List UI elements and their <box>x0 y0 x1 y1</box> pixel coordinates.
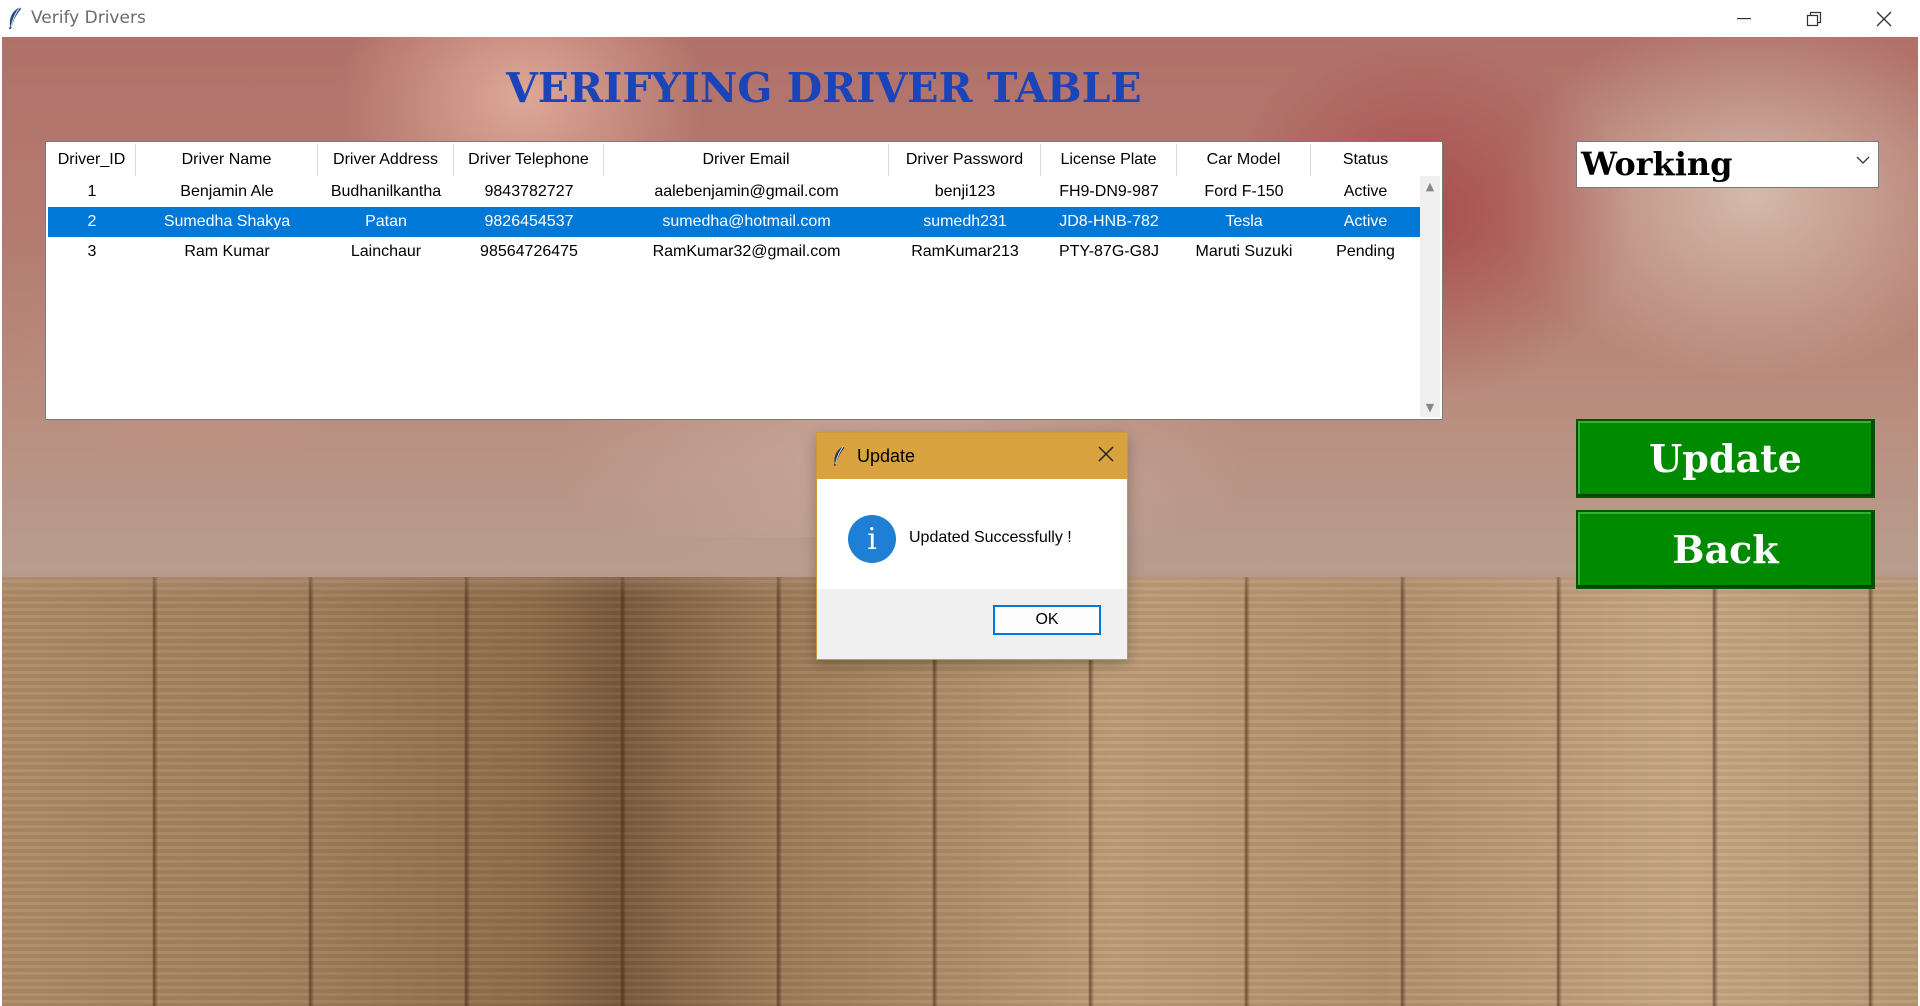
minimize-icon <box>1737 17 1751 19</box>
ok-button[interactable]: OK <box>993 605 1101 635</box>
chevron-down-icon <box>1856 156 1870 164</box>
dialog-body: i Updated Successfully ! <box>817 479 1127 589</box>
restore-button[interactable] <box>1784 0 1844 37</box>
back-button[interactable]: Back <box>1576 510 1875 589</box>
close-button[interactable] <box>1854 0 1914 37</box>
table-cell: RamKumar32@gmail.com <box>652 243 841 260</box>
column-header[interactable]: Driver Password <box>889 144 1041 176</box>
table-cell: PTY-87G-G8J <box>1059 243 1159 260</box>
restore-icon <box>1806 11 1822 26</box>
table-header: Driver_ID Driver Name Driver Address Dri… <box>48 144 1420 176</box>
table-cell: 9826454537 <box>484 213 574 230</box>
column-header[interactable]: Status <box>1311 144 1420 176</box>
table-body: 1 Benjamin Ale Budhanilkantha 9843782727 aal… <box>48 177 1420 267</box>
feather-icon <box>9 6 21 29</box>
scroll-down-icon[interactable]: ▼ <box>1420 397 1440 417</box>
table-row[interactable]: 2 Sumedha Shakya Patan 9826454537 sumedha@ho… <box>48 207 1420 237</box>
status-select-value: Working <box>1581 145 1733 183</box>
drivers-table[interactable]: Driver_ID Driver Name Driver Address Dri… <box>45 141 1443 420</box>
table-row[interactable]: 1 Benjamin Ale Budhanilkantha 9843782727 aal… <box>48 177 1420 207</box>
update-button[interactable]: Update <box>1576 419 1875 498</box>
table-cell: 3 <box>87 243 97 260</box>
table-cell: Benjamin Ale <box>180 183 274 200</box>
table-cell: RamKumar213 <box>911 243 1019 260</box>
table-cell: 9843782727 <box>484 183 574 200</box>
table-cell: Pending <box>1336 243 1395 260</box>
dialog-footer: OK <box>817 589 1127 659</box>
table-cell: 1 <box>87 183 97 200</box>
table-cell: Active <box>1343 213 1388 230</box>
close-icon <box>1876 11 1892 26</box>
dialog-title: Update <box>857 446 916 466</box>
scroll-up-icon[interactable]: ▲ <box>1420 176 1440 196</box>
column-header[interactable]: Driver Email <box>604 144 889 176</box>
column-header[interactable]: Driver Name <box>136 144 318 176</box>
table-cell: JD8-HNB-782 <box>1059 213 1159 230</box>
table-cell: Active <box>1343 183 1388 200</box>
column-header[interactable]: Driver_ID <box>48 144 136 176</box>
table-cell: benji123 <box>934 183 996 200</box>
page-title: VERIFYING DRIVER TABLE <box>506 64 1142 112</box>
dialog-titlebar: Update <box>817 433 1127 479</box>
info-icon: i <box>848 515 896 563</box>
update-dialog: Update i Updated Successfully ! OK <box>816 432 1128 660</box>
window-title: Verify Drivers <box>31 8 146 28</box>
table-cell: FH9-DN9-987 <box>1059 183 1159 200</box>
table-cell: Ram Kumar <box>184 243 270 260</box>
table-cell: aalebenjamin@gmail.com <box>654 183 839 200</box>
table-cell: sumedha@hotmail.com <box>662 213 831 230</box>
window-titlebar: Verify Drivers <box>0 0 1920 37</box>
table-cell: Maruti Suzuki <box>1195 243 1293 260</box>
table-row[interactable]: 3 Ram Kumar Lainchaur 98564726475 RamKumar32… <box>48 237 1420 267</box>
table-cell: Ford F-150 <box>1204 183 1284 200</box>
table-cell: Tesla <box>1225 213 1263 230</box>
column-header[interactable]: License Plate <box>1041 144 1177 176</box>
status-select[interactable]: Working <box>1576 141 1879 188</box>
table-cell: Sumedha Shakya <box>163 213 291 230</box>
table-scrollbar[interactable]: ▲ ▼ <box>1420 176 1440 417</box>
column-header[interactable]: Car Model <box>1177 144 1311 176</box>
table-cell: Budhanilkantha <box>330 183 442 200</box>
column-header[interactable]: Driver Telephone <box>454 144 604 176</box>
table-cell: Lainchaur <box>350 243 422 260</box>
column-header[interactable]: Driver Address <box>318 144 454 176</box>
feather-icon <box>833 446 845 466</box>
minimize-button[interactable] <box>1714 0 1774 37</box>
dialog-message: Updated Successfully ! <box>909 529 1072 546</box>
table-cell: Patan <box>365 213 407 230</box>
table-cell: 2 <box>87 213 97 230</box>
table-cell: 98564726475 <box>480 243 578 260</box>
table-cell: sumedh231 <box>923 213 1007 230</box>
close-icon[interactable] <box>1097 445 1115 463</box>
